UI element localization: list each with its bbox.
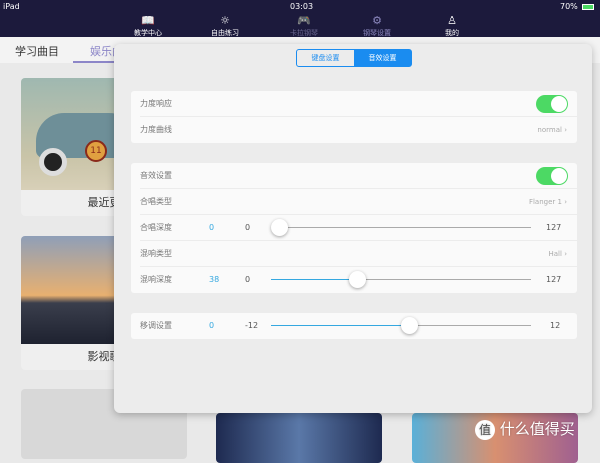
row-label: 合唱类型	[140, 197, 172, 206]
nav-label: 卡拉钢琴	[290, 29, 318, 37]
status-bar: iPad 03:03 70%	[0, 0, 600, 14]
row-label: 音效设置	[140, 171, 172, 180]
nav-label: 我的	[445, 29, 459, 37]
reverb-depth-value: 38	[209, 275, 220, 284]
chevron-right-icon: ›	[564, 250, 567, 258]
chorus-depth-value: 0	[209, 223, 215, 232]
settings-popover: 键盘设置 音效设置 力度响应 力度曲线 normal › 音效设置 合唱类型 Fla…	[114, 44, 592, 413]
battery-icon	[582, 4, 594, 10]
chorus-depth-slider[interactable]	[271, 219, 531, 236]
segmented-control: 键盘设置 音效设置	[296, 49, 412, 67]
nav-label: 自由练习	[211, 29, 239, 37]
top-nav: 📖 教学中心 ☼ 自由练习 🎮 卡拉钢琴 ⚙ 钢琴设置 ♙ 我的	[0, 14, 600, 37]
nav-karaoke[interactable]: 🎮 卡拉钢琴	[274, 14, 334, 38]
reverb-type-row[interactable]: 混响类型 Hall ›	[140, 241, 577, 267]
transpose-group: 移调设置 0 -12 12	[131, 313, 577, 339]
chorus-type-row[interactable]: 合唱类型 Flanger 1 ›	[140, 189, 577, 215]
velocity-curve-row[interactable]: 力度曲线 normal ›	[140, 117, 577, 143]
slider-max: 12	[550, 321, 561, 330]
slider-thumb[interactable]	[271, 219, 288, 236]
slider-thumb[interactable]	[348, 271, 366, 288]
slider-min: 0	[245, 223, 251, 232]
person-icon: ♙	[447, 14, 457, 27]
slider-max: 127	[546, 223, 562, 232]
gear-icon: ⚙	[372, 14, 382, 27]
effects-row: 音效设置	[140, 163, 577, 189]
chevron-right-icon: ›	[564, 198, 567, 206]
chorus-type-value: Flanger 1 ›	[528, 198, 567, 206]
slider-min: 0	[245, 275, 251, 284]
effects-toggle[interactable]	[536, 167, 568, 185]
slider-max: 127	[546, 275, 562, 284]
nav-mine[interactable]: ♙ 我的	[422, 14, 482, 38]
tile-movie[interactable]	[216, 413, 382, 463]
transpose-slider[interactable]	[271, 317, 531, 334]
velocity-group: 力度响应 力度曲线 normal ›	[131, 91, 577, 143]
nav-piano-settings[interactable]: ⚙ 钢琴设置	[347, 14, 407, 38]
battery-percent: 70%	[560, 2, 578, 11]
row-label: 合唱深度	[140, 223, 172, 232]
nav-label: 钢琴设置	[363, 29, 391, 37]
watermark-logo-icon: 值	[475, 420, 495, 440]
chevron-right-icon: ›	[564, 126, 567, 134]
effects-group: 音效设置 合唱类型 Flanger 1 › 合唱深度 0 0 127 混响类型 Hall …	[131, 163, 577, 293]
reverb-depth-row: 混响深度 38 0 127	[140, 267, 577, 293]
transpose-value: 0	[209, 321, 215, 330]
gamepad-icon: 🎮	[297, 14, 311, 27]
row-label: 力度响应	[140, 99, 172, 108]
row-label: 混响深度	[140, 275, 172, 284]
watermark: 值 什么值得买	[475, 418, 575, 440]
reverb-depth-slider[interactable]	[271, 271, 531, 288]
tab-learning[interactable]: 学习曲目	[15, 43, 59, 59]
transpose-row: 移调设置 0 -12 12	[140, 313, 577, 339]
segment-effects[interactable]: 音效设置	[354, 50, 411, 66]
velocity-curve-value: normal ›	[537, 126, 567, 134]
clock: 03:03	[290, 2, 314, 11]
slider-thumb[interactable]	[401, 317, 418, 334]
velocity-response-toggle[interactable]	[536, 95, 568, 113]
row-label: 混响类型	[140, 249, 172, 258]
tab-underline	[73, 61, 118, 63]
slider-min: -12	[245, 321, 259, 330]
segment-keyboard[interactable]: 键盘设置	[297, 50, 354, 66]
book-icon: 📖	[141, 14, 155, 27]
chorus-depth-row: 合唱深度 0 0 127	[140, 215, 577, 241]
nav-label: 教学中心	[134, 29, 162, 37]
nav-practice[interactable]: ☼ 自由练习	[195, 14, 255, 38]
nav-teaching[interactable]: 📖 教学中心	[118, 14, 178, 38]
device-name: iPad	[3, 2, 20, 11]
reverb-type-value: Hall ›	[548, 250, 568, 258]
row-label: 移调设置	[140, 321, 172, 330]
velocity-response-row: 力度响应	[140, 91, 577, 117]
row-label: 力度曲线	[140, 125, 172, 134]
sun-icon: ☼	[220, 14, 230, 27]
